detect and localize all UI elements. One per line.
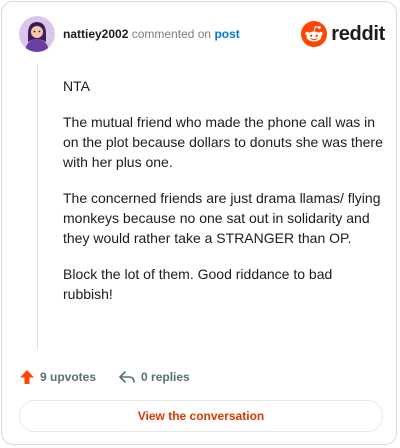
upvote-arrow-icon	[20, 370, 34, 384]
reply-button[interactable]: 0 replies	[118, 369, 190, 385]
reply-count: 0 replies	[141, 370, 190, 384]
comment-body: NTA The mutual friend who made the phone…	[63, 76, 385, 320]
view-conversation-label: View the conversation	[137, 409, 265, 423]
byline-action-text: commented on	[131, 27, 212, 41]
username-link[interactable]: nattiey2002	[63, 27, 128, 41]
reddit-logo-icon	[301, 21, 328, 47]
comment-paragraph: NTA	[63, 78, 90, 94]
upvote-count: 9 upvotes	[40, 370, 97, 384]
comment-paragraph: Block the lot of them. Good riddance to …	[63, 266, 333, 302]
comment-embed-card: nattiey2002 commented on post reddit NTA…	[1, 1, 397, 445]
avatar-image	[19, 16, 55, 52]
comment-actions: 9 upvotes 0 replies	[19, 367, 190, 387]
thread-line	[37, 64, 38, 350]
upvote-button[interactable]: 9 upvotes	[19, 369, 96, 385]
reply-arrow-icon	[119, 371, 135, 383]
post-link[interactable]: post	[214, 27, 239, 41]
comment-header: nattiey2002 commented on post reddit	[19, 16, 385, 56]
view-conversation-button[interactable]: View the conversation	[19, 400, 383, 432]
comment-paragraph: The mutual friend who made the phone cal…	[63, 114, 383, 170]
reddit-wordmark: reddit	[331, 22, 385, 45]
reddit-brand[interactable]: reddit	[301, 20, 385, 48]
comment-paragraph: The concerned friends are just drama lla…	[63, 190, 381, 246]
comment-byline: nattiey2002 commented on post	[63, 27, 240, 41]
user-avatar[interactable]	[19, 16, 55, 52]
